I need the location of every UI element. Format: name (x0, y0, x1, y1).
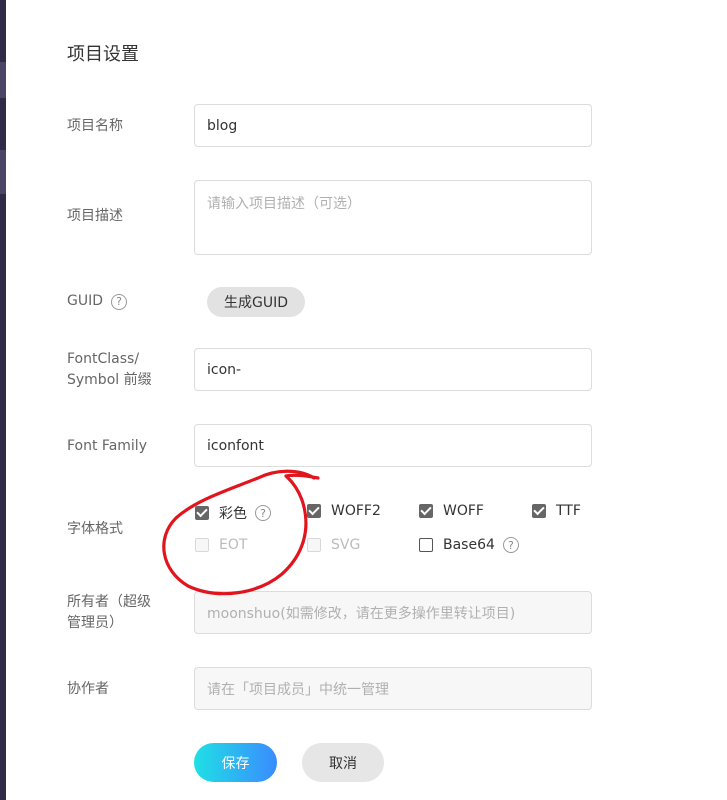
owner-label-line2: 管理员） (67, 615, 123, 631)
guid-label: GUID (67, 293, 104, 309)
format-checkbox-svg: SVG (307, 537, 360, 553)
format-woff-label: WOFF (443, 503, 484, 519)
project-description-textarea[interactable]: 请输入项目描述（可选） (194, 180, 592, 255)
prefix-label-line1: FontClass/ (67, 351, 140, 367)
checkbox-disabled-icon (307, 538, 321, 552)
format-checkbox-woff2[interactable]: WOFF2 (307, 503, 381, 519)
format-checkbox-eot: EOT (195, 537, 247, 553)
project-name-label: 项目名称 (67, 118, 123, 134)
format-checkbox-color[interactable]: 彩色 ? (195, 503, 271, 523)
format-eot-label: EOT (219, 537, 248, 553)
font-family-input[interactable]: iconfont (194, 424, 592, 467)
checkbox-checked-icon[interactable] (195, 506, 209, 520)
format-checkbox-woff[interactable]: WOFF (419, 503, 484, 519)
project-description-label: 项目描述 (67, 208, 123, 224)
generate-guid-button[interactable]: 生成GUID (207, 287, 305, 317)
project-name-value: blog (207, 117, 238, 134)
font-family-label: Font Family (67, 438, 147, 454)
owner-label: 所有者（超级 管理员） (67, 592, 151, 634)
format-svg-label: SVG (331, 537, 361, 553)
owner-placeholder: moonshuo(如需修改，请在更多操作里转让项目) (207, 605, 516, 622)
prefix-value: icon- (207, 361, 242, 378)
format-ttf-label: TTF (556, 503, 581, 519)
modal-title: 项目设置 (67, 44, 139, 65)
color-help-icon[interactable]: ? (255, 505, 271, 521)
prefix-label-line2: Symbol 前缀 (67, 372, 152, 388)
collaborators-placeholder: 请在「项目成员」中统一管理 (207, 681, 389, 698)
font-family-value: iconfont (207, 437, 264, 454)
prefix-input[interactable]: icon- (194, 348, 592, 391)
project-name-input[interactable]: blog (194, 104, 592, 147)
project-description-placeholder: 请输入项目描述（可选） (207, 196, 361, 212)
cancel-button[interactable]: 取消 (302, 743, 384, 782)
collaborators-label: 协作者 (67, 681, 109, 697)
format-base64-label: Base64 (443, 537, 495, 553)
format-woff2-label: WOFF2 (331, 503, 381, 519)
checkbox-disabled-icon (195, 538, 209, 552)
collaborators-input: 请在「项目成员」中统一管理 (194, 667, 592, 710)
save-button[interactable]: 保存 (194, 743, 277, 782)
owner-input: moonshuo(如需修改，请在更多操作里转让项目) (194, 591, 592, 634)
checkbox-checked-icon[interactable] (532, 504, 546, 518)
format-color-label: 彩色 (219, 506, 247, 522)
project-settings-modal: 项目设置 项目名称 blog 项目描述 请输入项目描述（可选） GUID ? 生… (6, 0, 727, 800)
checkbox-unchecked-icon[interactable] (419, 538, 433, 552)
base64-help-icon[interactable]: ? (502, 537, 519, 553)
owner-label-line1: 所有者（超级 (67, 594, 151, 610)
format-checkbox-ttf[interactable]: TTF (532, 503, 581, 519)
prefix-label: FontClass/ Symbol 前缀 (67, 349, 152, 391)
font-format-label: 字体格式 (67, 521, 123, 537)
guid-label-row: GUID ? (67, 291, 128, 312)
checkbox-checked-icon[interactable] (307, 504, 321, 518)
checkbox-checked-icon[interactable] (419, 504, 433, 518)
format-checkbox-base64[interactable]: Base64 ? (419, 537, 519, 553)
guid-help-icon[interactable]: ? (111, 293, 128, 310)
